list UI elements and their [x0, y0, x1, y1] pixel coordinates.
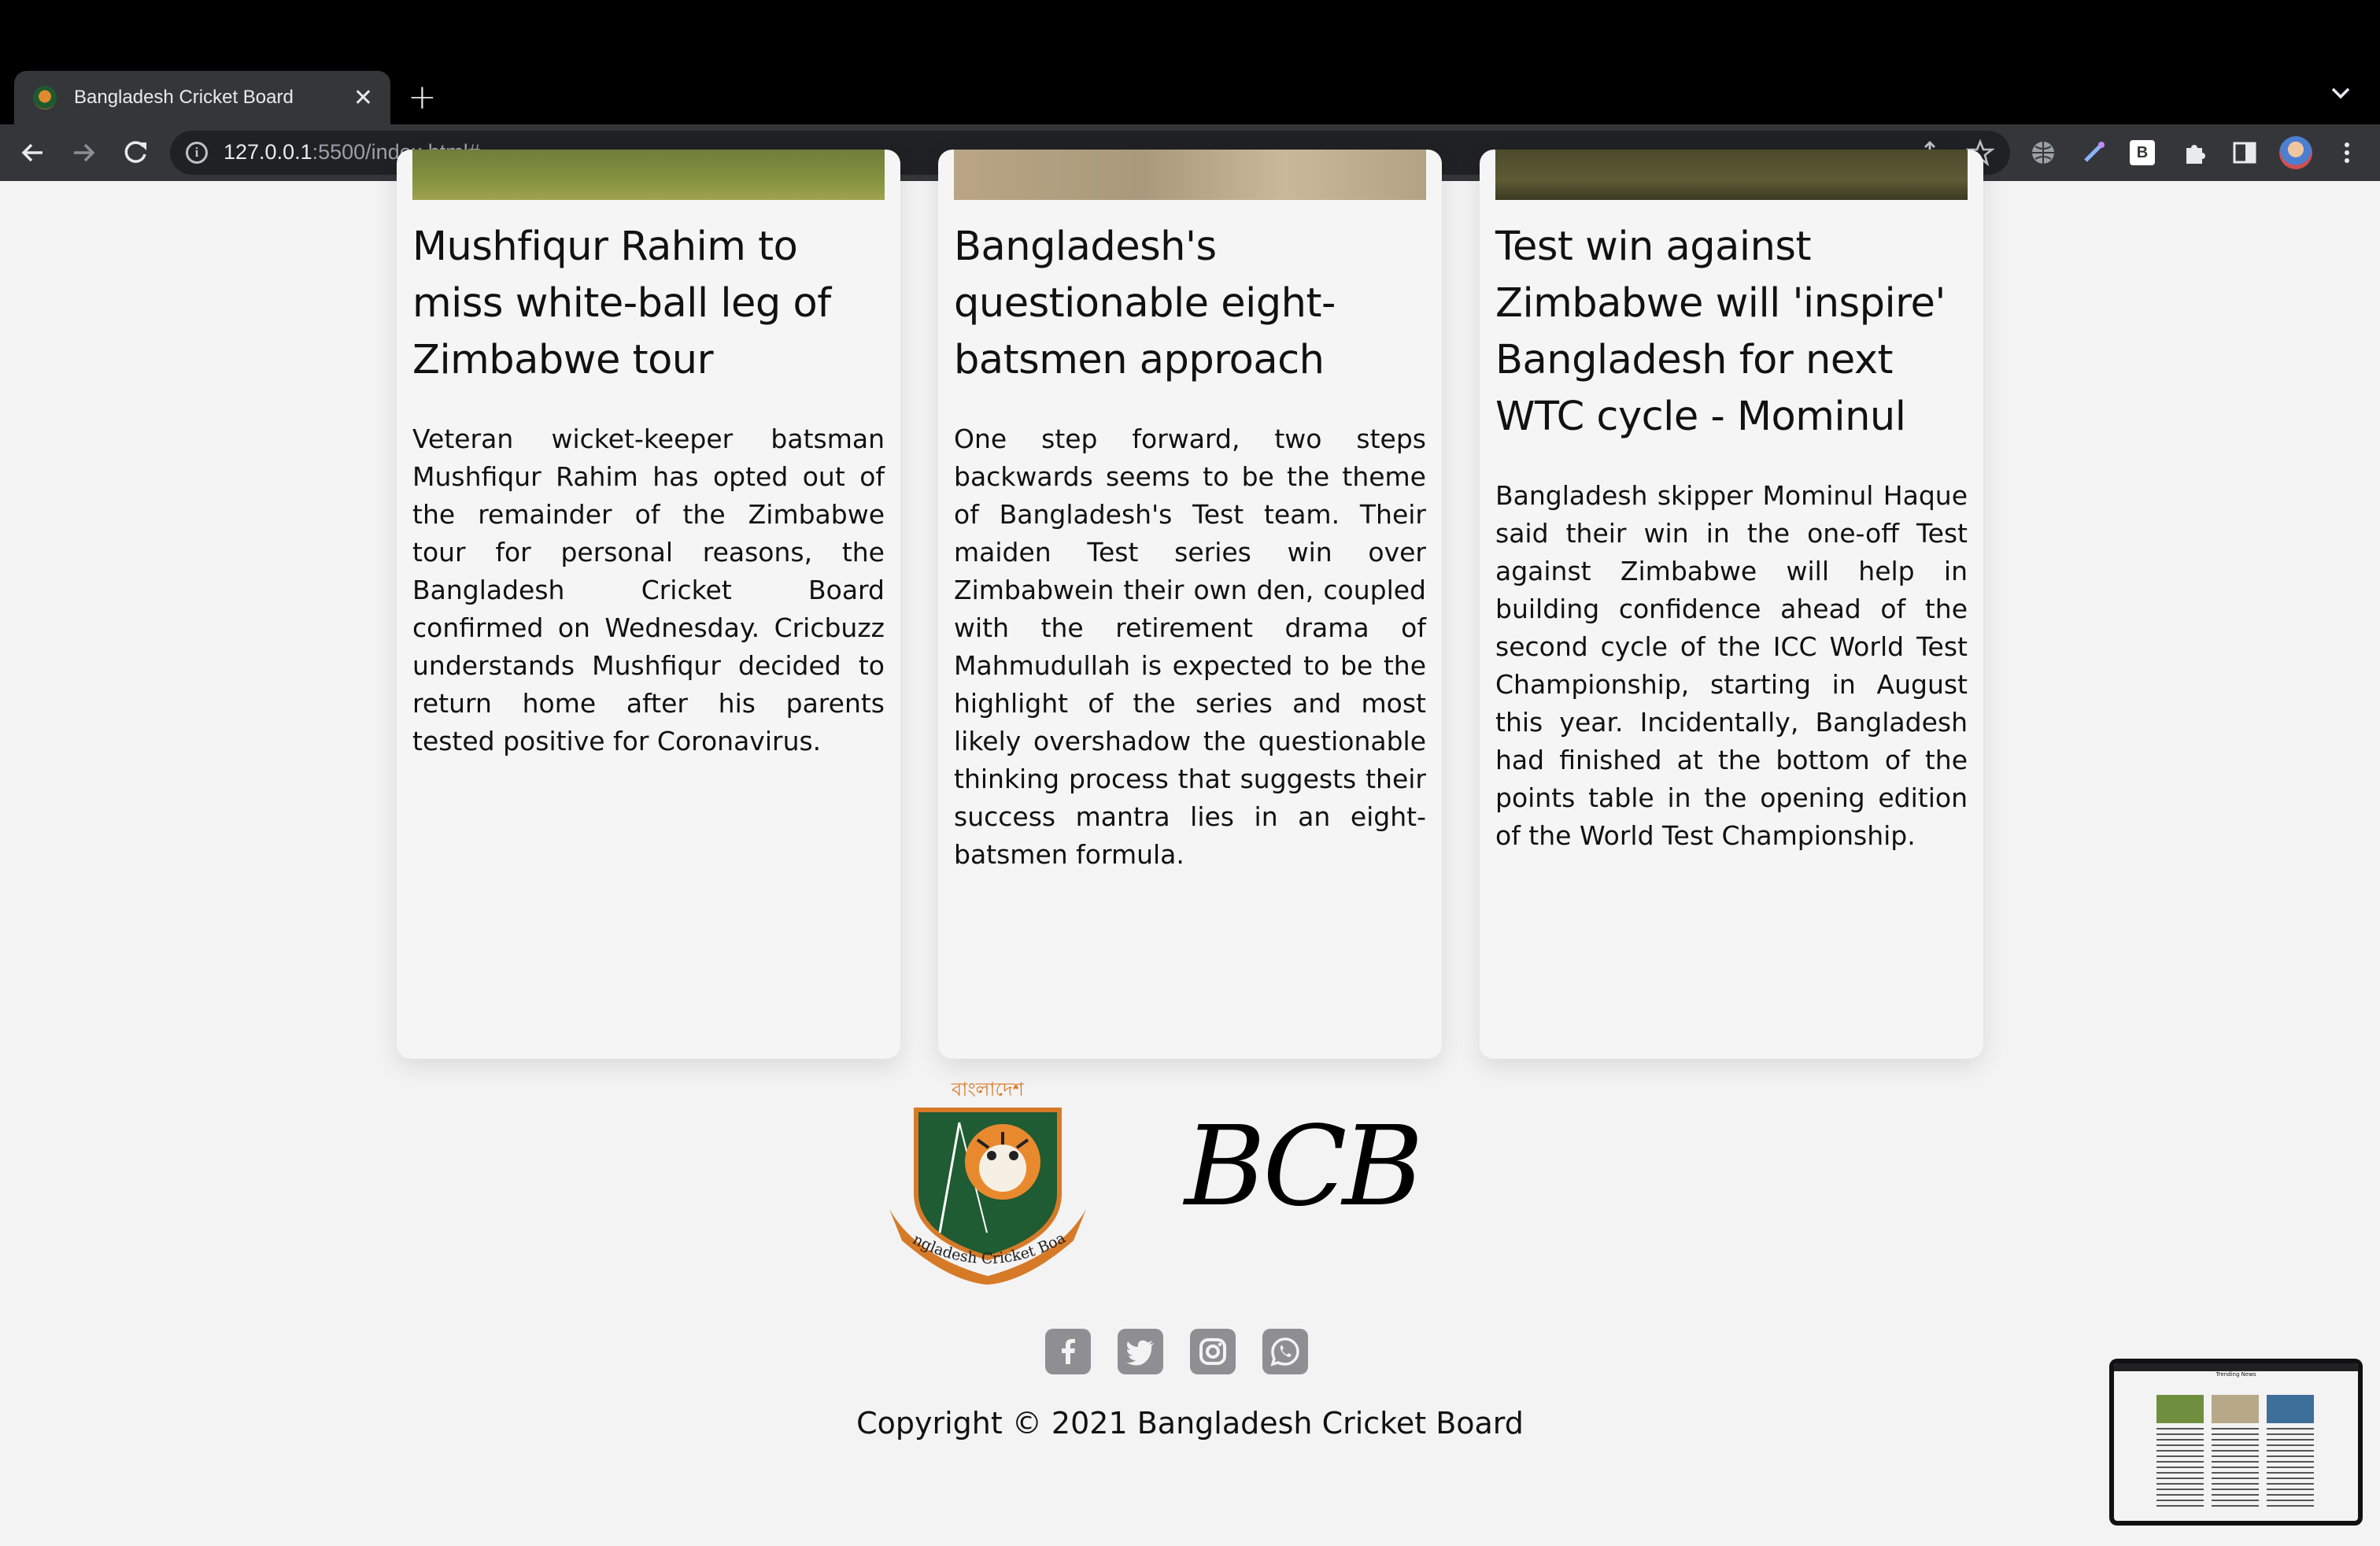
back-arrow-icon[interactable]: [16, 135, 50, 170]
chevron-down-icon[interactable]: [2325, 77, 2356, 109]
news-card[interactable]: Bangladesh's questionable eight-batsmen …: [938, 150, 1442, 1059]
page-body: Mushfiqur Rahim to miss white-ball leg o…: [0, 150, 2380, 1546]
profile-avatar[interactable]: [2279, 136, 2312, 169]
social-links: [1045, 1329, 1308, 1374]
tab-title: Bangladesh Cricket Board: [74, 87, 294, 108]
instagram-icon[interactable]: [1190, 1329, 1236, 1374]
whatsapp-icon[interactable]: [1262, 1329, 1308, 1374]
bcb-brand-text: BCB: [1184, 1103, 1423, 1231]
news-card[interactable]: Mushfiqur Rahim to miss white-ball leg o…: [397, 150, 900, 1059]
bcb-favicon-icon: [33, 86, 57, 109]
browser-tab[interactable]: Bangladesh Cricket Board ✕: [14, 71, 390, 124]
news-body: One step forward, two steps backwards se…: [954, 423, 1426, 870]
globe-extension-icon[interactable]: [2029, 139, 2057, 167]
news-title[interactable]: Bangladesh's questionable eight-batsmen …: [954, 219, 1426, 389]
svg-text:বাংলাদেশ: বাংলাদেশ: [951, 1078, 1025, 1100]
copyright-text: Copyright © 2021 Bangladesh Cricket Boar…: [856, 1406, 1524, 1441]
reload-icon[interactable]: [118, 135, 153, 170]
new-tab-plus-icon[interactable]: +: [408, 74, 437, 121]
news-body: Veteran wicket-keeper batsman Mushfiqur …: [412, 423, 885, 756]
site-info-icon[interactable]: i: [186, 142, 208, 164]
close-icon[interactable]: ✕: [353, 84, 373, 112]
b-extension-icon[interactable]: B: [2130, 140, 2155, 165]
news-card[interactable]: Test win against Zimbabwe will 'inspire'…: [1480, 150, 1983, 1059]
screenshot-thumbnail-preview[interactable]: Trending News: [2109, 1359, 2363, 1526]
news-image: [1495, 150, 1968, 200]
extensions-puzzle-icon[interactable]: [2180, 139, 2208, 167]
twitter-icon[interactable]: [1118, 1329, 1163, 1374]
news-title[interactable]: Test win against Zimbabwe will 'inspire'…: [1495, 219, 1968, 446]
color-picker-icon[interactable]: [2079, 139, 2108, 167]
news-image: [412, 150, 885, 200]
forward-arrow-icon[interactable]: [66, 135, 101, 170]
more-menu-icon[interactable]: [2333, 139, 2361, 167]
thumbnail-heading: Trending News: [2216, 1371, 2256, 1378]
news-body: Bangladesh skipper Mominul Haque said th…: [1495, 480, 1968, 851]
facebook-icon[interactable]: [1045, 1329, 1091, 1374]
side-panel-icon[interactable]: [2230, 139, 2259, 167]
news-title[interactable]: Mushfiqur Rahim to miss white-ball leg o…: [412, 219, 885, 389]
news-image: [954, 150, 1426, 200]
bcb-logo: বাংলাদেশ Bangladesh Cricket Board: [885, 1075, 1086, 1285]
